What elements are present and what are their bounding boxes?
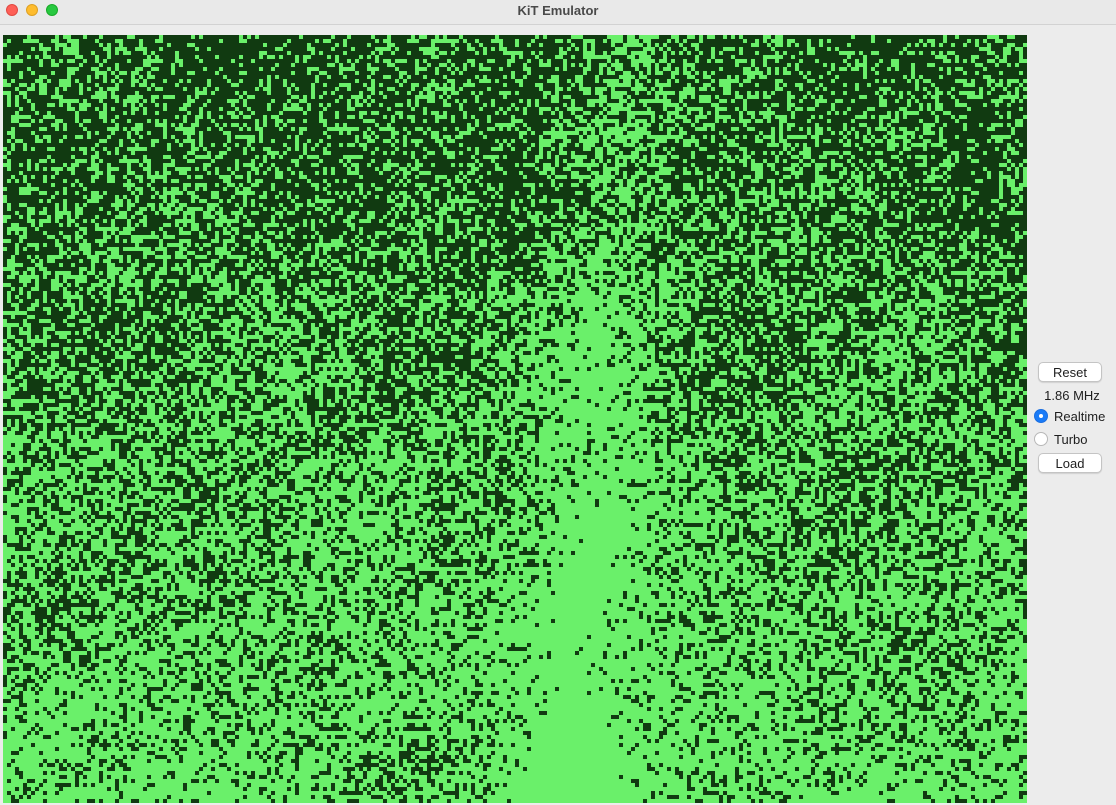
realtime-radio[interactable] xyxy=(1034,409,1048,423)
turbo-radio[interactable] xyxy=(1034,432,1048,446)
realtime-option[interactable]: Realtime xyxy=(1034,407,1105,425)
load-button[interactable]: Load xyxy=(1038,453,1102,473)
turbo-label: Turbo xyxy=(1054,431,1088,447)
window-title: KiT Emulator xyxy=(517,3,599,18)
clock-speed-readout: 1.86 MHz xyxy=(1044,388,1100,403)
turbo-option[interactable]: Turbo xyxy=(1034,430,1087,448)
realtime-label: Realtime xyxy=(1054,408,1106,424)
dithered-display-image xyxy=(3,35,1027,803)
emulator-display[interactable] xyxy=(3,35,1027,803)
title-bar: KiT Emulator xyxy=(0,0,1116,25)
reset-button[interactable]: Reset xyxy=(1038,362,1102,382)
